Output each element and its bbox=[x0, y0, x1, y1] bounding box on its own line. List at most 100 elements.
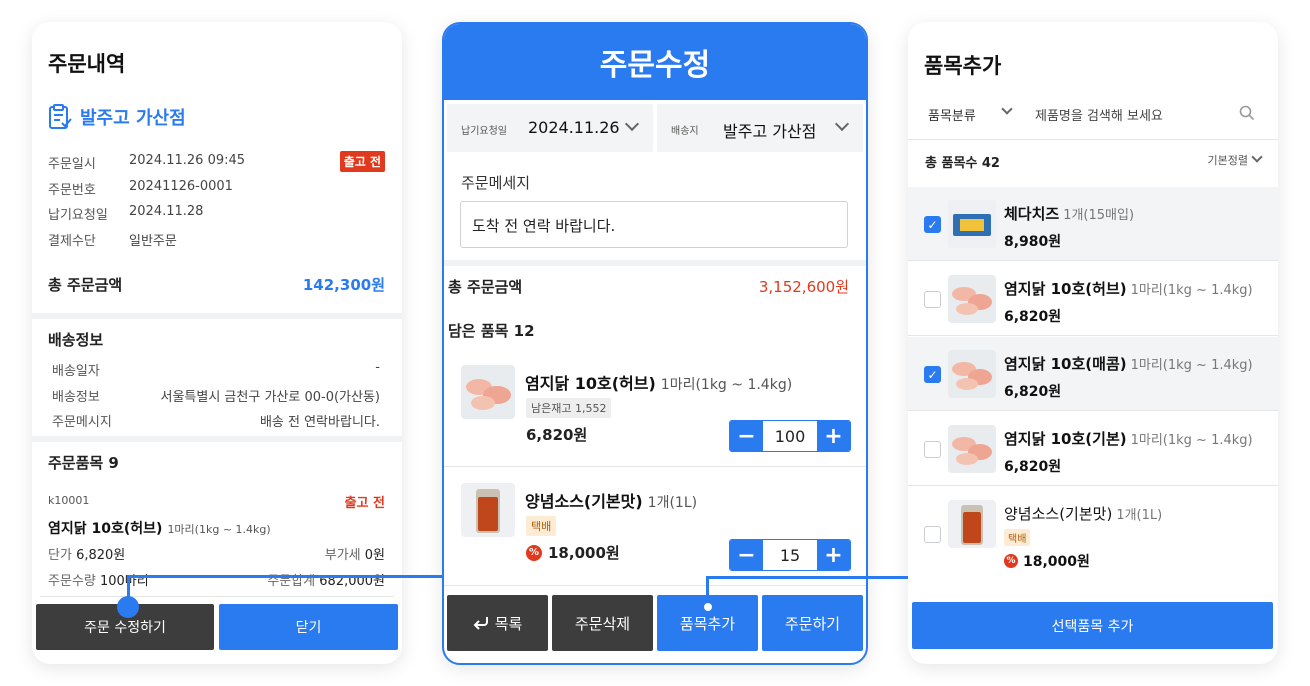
cart-item-price: 6,820원 bbox=[526, 426, 588, 444]
product-thumbnail bbox=[948, 350, 996, 398]
shipping-value: 서울특별시 금천구 가산로 00-0(가산동) bbox=[160, 390, 381, 405]
destination-select[interactable]: 배송지 발주고 가산점 bbox=[657, 104, 863, 152]
connector-line bbox=[706, 576, 908, 579]
sort-select[interactable]: 기본정렬 bbox=[1208, 152, 1248, 168]
item-sum-row: 주문합계 682,000원 bbox=[267, 574, 385, 589]
shipping-label: 배송일자 bbox=[52, 364, 100, 379]
divider bbox=[40, 596, 394, 597]
shipping-label: 배송정보 bbox=[52, 390, 100, 405]
stock-tag: 남은재고 1,552 bbox=[526, 398, 612, 418]
connector-line bbox=[127, 575, 442, 578]
delivery-date-select[interactable]: 납기요청일 2024.11.26 bbox=[447, 104, 653, 152]
close-button[interactable]: 닫기 bbox=[219, 604, 398, 650]
increment-button[interactable]: + bbox=[817, 421, 850, 451]
product-thumbnail bbox=[461, 483, 515, 537]
cart-item-price: 18,000원 bbox=[548, 544, 620, 562]
product-thumbnail bbox=[948, 500, 996, 548]
quantity-stepper: − 100 + bbox=[729, 420, 851, 452]
total-value: 3,152,600원 bbox=[758, 278, 849, 296]
place-order-button[interactable]: 주문하기 bbox=[762, 595, 863, 651]
shipping-value: 배송 전 연락바랍니다. bbox=[259, 415, 380, 430]
order-detail-panel: 주문내역 발주고 가산점 주문일시 2024.11.26 09:45 주문번호 … bbox=[32, 22, 402, 664]
add-selected-button[interactable]: 선택품목 추가 bbox=[912, 602, 1273, 649]
product-thumbnail bbox=[948, 425, 996, 473]
product-unit: 1마리(1kg ~ 1.4kg) bbox=[1130, 433, 1253, 448]
product-checkbox[interactable]: ✓ bbox=[924, 216, 941, 233]
product-unit: 1마리(1kg ~ 1.4kg) bbox=[1130, 283, 1253, 298]
delivery-tag: 택배 bbox=[526, 516, 557, 536]
shipping-label: 주문메시지 bbox=[52, 415, 112, 430]
message-label: 주문메세지 bbox=[461, 174, 531, 192]
cart-item-price-row: % 18,000원 bbox=[526, 542, 620, 563]
product-row[interactable]: 염지닭 10호(기본) 1마리(1kg ~ 1.4kg) 6,820원 bbox=[908, 412, 1278, 486]
info-label: 주문일시 bbox=[48, 157, 96, 172]
product-checkbox[interactable]: ✓ bbox=[924, 366, 941, 383]
search-icon[interactable] bbox=[1239, 105, 1255, 121]
cheese-image bbox=[948, 200, 996, 248]
panel-header: 주문수정 bbox=[444, 24, 866, 100]
order-edit-panel: 주문수정 납기요청일 2024.11.26 배송지 발주고 가산점 주문메세지 … bbox=[442, 22, 868, 665]
category-select[interactable]: 품목분류 bbox=[928, 105, 976, 124]
message-input[interactable]: 도착 전 연락 바랍니다. bbox=[460, 201, 848, 248]
increment-button[interactable]: + bbox=[817, 540, 850, 570]
product-row[interactable]: ✓ 염지닭 10호(매콤) 1마리(1kg ~ 1.4kg) 6,820원 bbox=[908, 337, 1278, 411]
product-price: 18,000원 bbox=[1023, 554, 1090, 570]
product-thumbnail bbox=[948, 200, 996, 248]
delete-order-button[interactable]: 주문삭제 bbox=[552, 595, 653, 651]
product-thumbnail bbox=[461, 365, 515, 419]
cart-item-name: 염지닭 10호(허브) bbox=[525, 374, 656, 393]
chevron-down-icon bbox=[1001, 103, 1013, 115]
item-name-row: 염지닭 10호(허브) 1마리(1kg ~ 1.4kg) bbox=[48, 518, 271, 538]
cart-item-name: 양념소스(기본맛) bbox=[525, 492, 643, 511]
product-name: 양념소스(기본맛) bbox=[1004, 505, 1113, 523]
sauce-pouch-image bbox=[461, 483, 515, 537]
divider bbox=[32, 313, 402, 319]
product-price: 6,820원 bbox=[1004, 309, 1062, 325]
search-input[interactable]: 제품명을 검색해 보세요 bbox=[1035, 105, 1163, 124]
store-heading: 발주고 가산점 bbox=[48, 104, 186, 130]
product-count: 총 품목수 42 bbox=[925, 156, 1000, 171]
decrement-button[interactable]: − bbox=[730, 421, 763, 451]
item-qty-row: 주문수량 100마리 bbox=[48, 574, 149, 589]
quantity-stepper: − 15 + bbox=[729, 539, 851, 571]
total-value: 142,300원 bbox=[302, 276, 385, 294]
product-unit: 1개(15매입) bbox=[1063, 208, 1135, 223]
product-checkbox[interactable] bbox=[924, 291, 941, 308]
discount-icon: % bbox=[526, 544, 542, 561]
cart-item-unit: 1마리(1kg ~ 1.4kg) bbox=[660, 377, 793, 393]
product-name: 염지닭 10호(매콤) bbox=[1004, 355, 1127, 373]
product-thumbnail bbox=[948, 275, 996, 323]
return-arrow-icon bbox=[473, 617, 488, 630]
product-price: 6,820원 bbox=[1004, 459, 1062, 475]
chicken-image bbox=[948, 350, 996, 398]
total-label: 총 주문금액 bbox=[48, 276, 123, 294]
cart-item-name-row: 염지닭 10호(허브) 1마리(1kg ~ 1.4kg) bbox=[525, 370, 792, 394]
clipboard-icon bbox=[49, 104, 72, 129]
item-status: 출고 전 bbox=[344, 496, 385, 511]
decrement-button[interactable]: − bbox=[730, 540, 763, 570]
status-badge: 출고 전 bbox=[339, 151, 385, 172]
total-label: 총 주문금액 bbox=[448, 278, 523, 296]
item-price-row: 단가 6,820원 bbox=[48, 548, 126, 563]
item-unit: 1마리(1kg ~ 1.4kg) bbox=[167, 523, 271, 536]
product-row[interactable]: 염지닭 10호(허브) 1마리(1kg ~ 1.4kg) 6,820원 bbox=[908, 262, 1278, 336]
info-label: 주문번호 bbox=[48, 183, 96, 198]
panel-title: 품목추가 bbox=[924, 54, 1002, 78]
product-row[interactable]: ✓ 체다치즈 1개(15매입) 8,980원 bbox=[908, 187, 1278, 261]
product-price: 8,980원 bbox=[1004, 234, 1062, 250]
quantity-input[interactable]: 15 bbox=[763, 540, 817, 570]
divider bbox=[32, 436, 402, 442]
cart-count: 담은 품목 12 bbox=[448, 322, 535, 340]
product-checkbox[interactable] bbox=[924, 441, 941, 458]
item-vat-row: 부가세 0원 bbox=[324, 548, 385, 563]
connector-dot bbox=[702, 601, 714, 613]
info-value: 20241126-0001 bbox=[129, 179, 233, 194]
product-unit: 1개(1L) bbox=[1116, 508, 1163, 523]
chevron-down-icon bbox=[1251, 151, 1263, 163]
quantity-input[interactable]: 100 bbox=[763, 421, 817, 451]
product-row[interactable]: 양념소스(기본맛) 1개(1L) 택배 % 18,000원 bbox=[908, 487, 1278, 577]
list-button[interactable]: 목록 bbox=[447, 595, 548, 651]
cart-item-name-row: 양념소스(기본맛) 1개(1L) bbox=[525, 488, 697, 512]
info-label: 납기요청일 bbox=[48, 208, 108, 223]
product-checkbox[interactable] bbox=[924, 526, 941, 543]
